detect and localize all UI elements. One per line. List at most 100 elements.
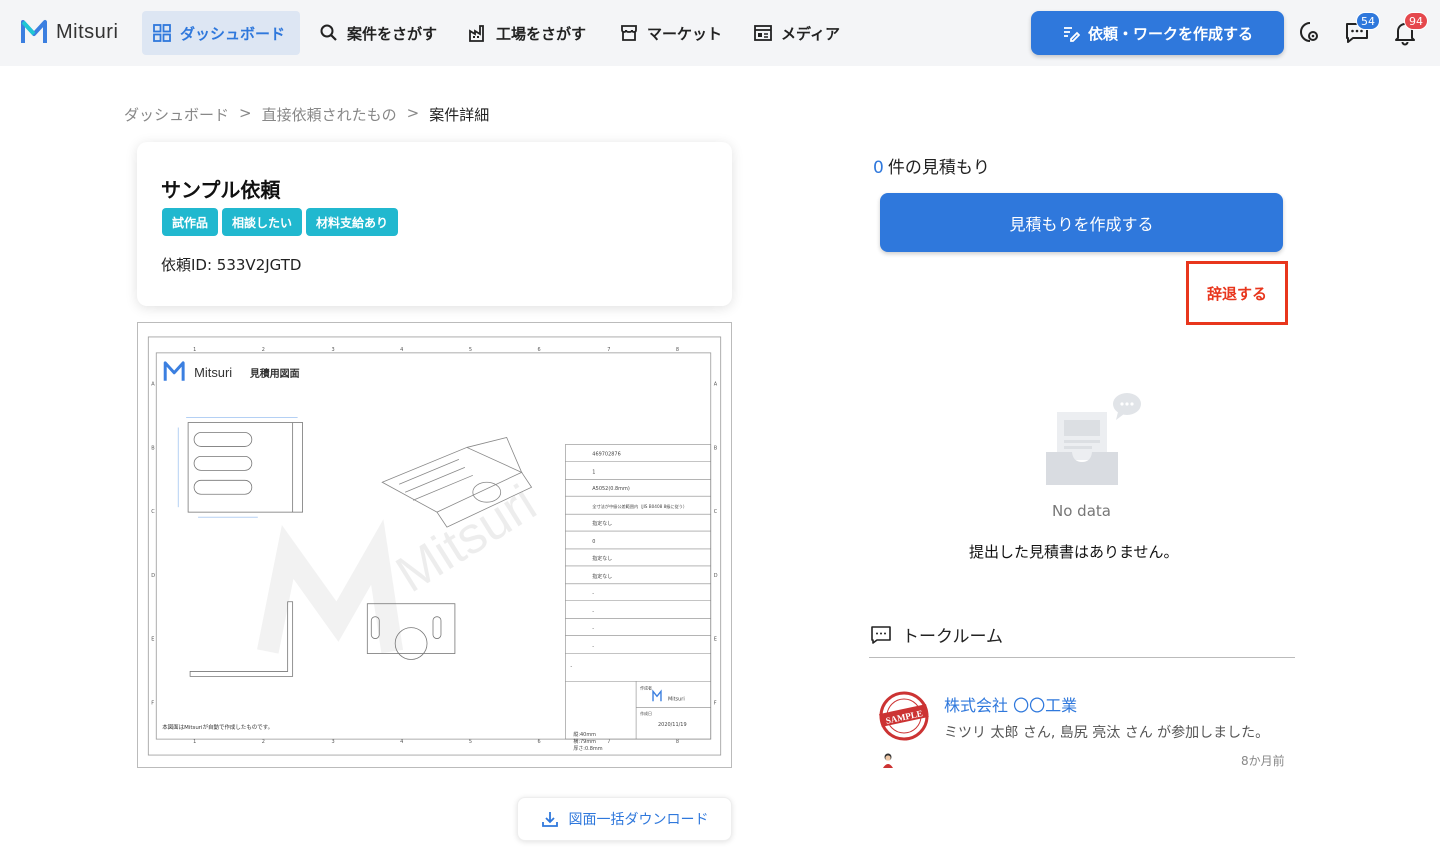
empty-state-message: 提出した見積書はありません。: [969, 543, 1179, 561]
drawing-row-letter: D: [151, 573, 155, 579]
store-icon: [621, 25, 637, 41]
nav-market[interactable]: マーケット: [609, 11, 732, 55]
empty-state-title: No data: [1052, 502, 1111, 520]
quote-count: 0 件の見積もり: [873, 153, 990, 178]
size-line: 厚さ:0.8mm: [573, 745, 602, 752]
drawing-row-letter: E: [714, 637, 717, 643]
table-value: 指定なし: [592, 555, 612, 562]
drawing-brand: Mitsuri: [194, 365, 232, 380]
talkroom-last-message: ミツリ 太郎 さん, 島尻 亮汰 さん が参加しました。: [944, 725, 1270, 741]
notifications-button[interactable]: 94: [1392, 12, 1428, 46]
download-icon: [541, 812, 558, 827]
account-switch-button[interactable]: [1297, 20, 1323, 46]
table-value: 指定なし: [592, 520, 612, 527]
drawing-row-letter: F: [151, 700, 154, 706]
drawing-col-number: 6: [538, 347, 541, 353]
watermark-logo-icon: [257, 519, 404, 654]
drawing-logo-icon: [163, 361, 185, 381]
table-value: -: [592, 609, 594, 615]
request-title: サンプル依頼: [161, 178, 281, 202]
nav-dashboard[interactable]: ダッシュボード: [142, 11, 300, 55]
table-value: 0: [592, 539, 595, 545]
talkroom-title: トークルーム: [902, 627, 1003, 647]
drawing-col-number: 1: [193, 347, 196, 353]
size-line: 横:79mm: [573, 738, 596, 745]
tag-prototype: 試作品: [162, 208, 219, 236]
request-tags: 試作品 相談したい 材料支給あり: [162, 208, 399, 236]
search-icon: [320, 24, 337, 41]
drawing-preview[interactable]: 1 2 3 4 5 6 7 8 1 2 3 4 5 6 7 8 A B C D …: [137, 322, 732, 768]
drawing-row-letter: C: [714, 509, 718, 515]
drawing-col-number: 2: [262, 739, 265, 745]
drawing-col-number: 8: [676, 739, 679, 745]
table-value: 全寸法が中級公差範囲内（JIS B0408 8級に従う）: [592, 503, 687, 509]
download-all-drawings-button[interactable]: 図面一括ダウンロード: [517, 797, 732, 841]
creator-label: 作成者: [640, 685, 652, 690]
table-value: 1: [592, 469, 595, 475]
breadcrumb-direct-requests[interactable]: 直接依頼されたもの: [262, 104, 397, 125]
drawing-watermark: Mitsuri: [386, 473, 546, 603]
drawing-row-letter: E: [151, 637, 154, 643]
nav-search-factories[interactable]: 工場をさがす: [458, 11, 596, 55]
quote-count-number: 0: [873, 158, 884, 178]
talkroom-timestamp: 8か月前: [1241, 754, 1285, 768]
drawing-small-logo-icon: [652, 689, 662, 702]
date-label: 作成日: [640, 711, 652, 716]
company-avatar[interactable]: SAMPLE: [878, 690, 930, 742]
create-quote-label: 見積もりを作成する: [1009, 214, 1154, 234]
drawing-col-number: 3: [331, 739, 334, 745]
table-value: 469702876: [592, 451, 620, 457]
create-request-button[interactable]: 依頼・ワークを作成する: [1031, 11, 1284, 55]
user-settings-icon: [1300, 22, 1318, 42]
request-id: 依頼ID: 533V2JGTD: [161, 256, 302, 274]
drawing-row-letter: D: [714, 573, 718, 579]
messages-button[interactable]: 54: [1344, 12, 1380, 46]
table-value: -: [592, 591, 594, 597]
empty-inbox-icon: [1046, 393, 1141, 485]
logo[interactable]: Mitsuri: [20, 18, 118, 46]
factory-icon: [469, 25, 484, 42]
drawing-col-number: 8: [676, 347, 679, 353]
decline-label: 辞退する: [1206, 284, 1267, 303]
talkroom-company-name[interactable]: 株式会社 〇〇工業: [944, 692, 1077, 716]
nav-media[interactable]: メディア: [743, 11, 850, 55]
drawing-col-number: 5: [469, 739, 472, 745]
title-block-table: [565, 444, 712, 740]
drawing-col-number: 7: [607, 739, 610, 745]
size-line: 縦:40mm: [573, 731, 596, 738]
drawing-row-letter: B: [151, 445, 155, 451]
nav-label: 工場をさがす: [496, 24, 587, 43]
notification-count-badge: 94: [1404, 12, 1428, 30]
talkroom-header: トークルーム: [870, 622, 1003, 647]
tag-material-supplied: 材料支給あり: [306, 208, 399, 236]
create-request-label: 依頼・ワークを作成する: [1087, 24, 1253, 43]
mitsuri-logo-icon: [21, 20, 47, 43]
drawing-image: 1 2 3 4 5 6 7 8 1 2 3 4 5 6 7 8 A B C D …: [147, 336, 722, 756]
drawing-col-number: 4: [400, 739, 403, 745]
tag-consult: 相談したい: [222, 208, 303, 236]
create-quote-button[interactable]: 見積もりを作成する: [880, 193, 1283, 252]
nav-label: ダッシュボード: [180, 24, 286, 43]
table-value: -: [592, 644, 594, 650]
edit-list-icon: [1063, 27, 1080, 42]
newspaper-icon: [754, 25, 772, 41]
drawing-col-number: 1: [193, 739, 196, 745]
nav-search-projects[interactable]: 案件をさがす: [309, 11, 447, 55]
table-value: -: [570, 663, 572, 669]
talkroom-divider: [869, 657, 1295, 658]
breadcrumb: ダッシュボード > 直接依頼されたもの > 案件詳細: [124, 104, 489, 125]
message-count-badge: 54: [1356, 12, 1380, 30]
nav-label: メディア: [781, 24, 840, 43]
user-avatar: [883, 753, 893, 768]
drawing-title: 見積用図面: [249, 367, 300, 380]
breadcrumb-dashboard[interactable]: ダッシュボード: [124, 104, 229, 125]
decline-button[interactable]: 辞退する: [1186, 261, 1288, 325]
breadcrumb-current: 案件詳細: [429, 106, 490, 124]
drawing-col-number: 2: [262, 347, 265, 353]
drawing-col-number: 6: [538, 739, 541, 745]
table-value: A5052(0.8mm): [592, 486, 630, 492]
drawing-col-number: 4: [400, 347, 403, 353]
drawing-row-letter: A: [151, 382, 155, 388]
table-value: -: [592, 626, 594, 632]
drawing-row-letter: B: [714, 445, 718, 451]
